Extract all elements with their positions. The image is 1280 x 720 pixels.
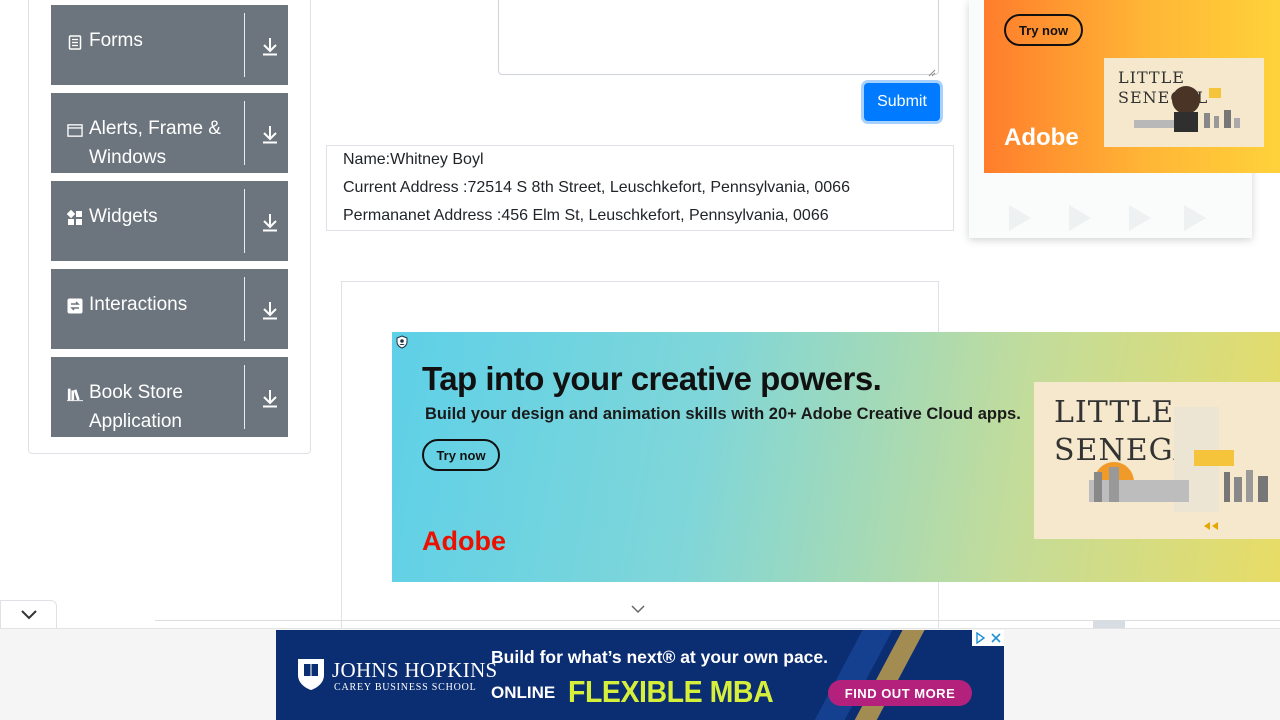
resize-grip-icon[interactable] <box>928 64 936 77</box>
sidebar-group-label: Forms <box>89 30 143 51</box>
school-name: JOHNS HOPKINS <box>332 658 498 682</box>
sidebar-group-label: Alerts, Frame & Windows <box>89 118 221 168</box>
ad-program-name: FLEXIBLE MBA <box>568 674 774 709</box>
right-adobe-ad[interactable]: Try now Adobe LITTLE SENEGAL <box>984 0 1280 173</box>
divider <box>244 13 245 77</box>
ad-headline: Tap into your creative powers. <box>422 360 882 397</box>
output-name: Name:Whitney Boyl <box>343 151 484 168</box>
ad-online-label: ONLINE <box>491 683 556 702</box>
right-ad-try-now-button[interactable]: Try now <box>1004 14 1083 46</box>
ad-controls <box>972 630 1004 646</box>
crest-logo-icon <box>296 657 326 691</box>
download-icon[interactable] <box>259 123 281 145</box>
sidebar-group-label: Book Store Application <box>89 382 183 432</box>
find-out-more-button[interactable]: FIND OUT MORE <box>828 680 972 706</box>
sidebar-group-widgets[interactable]: Widgets <box>51 181 288 261</box>
collapse-ad-toggle[interactable] <box>0 600 57 628</box>
school-subtitle: CAREY BUSINESS SCHOOL <box>334 682 477 693</box>
form-icon <box>67 34 83 50</box>
sidebar-group-forms[interactable]: Forms <box>51 5 288 85</box>
sidebar: Forms Alerts, Frame & Windows Widgets In… <box>28 0 311 454</box>
divider <box>244 277 245 341</box>
johns-hopkins-banner-ad[interactable]: JOHNS HOPKINS CAREY BUSINESS SCHOOL Buil… <box>276 630 1004 720</box>
sidebar-group-bookstore[interactable]: Book Store Application <box>51 357 288 437</box>
submit-button[interactable]: Submit <box>864 83 940 121</box>
download-icon[interactable] <box>259 299 281 321</box>
permanent-address-textarea[interactable] <box>498 0 939 77</box>
close-icon[interactable] <box>988 630 1004 646</box>
creative-cloud-ad[interactable]: Tap into your creative powers. Build you… <box>392 332 1280 582</box>
ad-try-now-button[interactable]: Try now <box>422 439 500 471</box>
chevron-down-icon <box>630 602 646 614</box>
right-ad-poster-image: LITTLE SENEGAL <box>1104 58 1264 147</box>
interactions-icon <box>67 298 83 314</box>
download-icon[interactable] <box>259 387 281 409</box>
right-ad-brand: Adobe <box>1004 124 1079 151</box>
download-icon[interactable] <box>259 211 281 233</box>
sidebar-group-label: Widgets <box>89 206 158 227</box>
window-icon <box>67 122 83 138</box>
output-current-address: Current Address :72514 S 8th Street, Leu… <box>343 179 850 196</box>
ad-subline: Build your design and animation skills w… <box>425 405 1021 423</box>
ad-poster-image: LITTLE SENEGAL <box>1034 382 1280 539</box>
divider <box>244 189 245 253</box>
page: Forms Alerts, Frame & Windows Widgets In… <box>0 0 1280 720</box>
sidebar-group-label: Interactions <box>89 294 188 315</box>
widgets-icon <box>67 210 83 226</box>
sidebar-group-alerts[interactable]: Alerts, Frame & Windows <box>51 93 288 173</box>
ad-tagline: Build for what’s next® at your own pace. <box>491 647 829 667</box>
divider <box>244 365 245 429</box>
sidebar-group-interactions[interactable]: Interactions <box>51 269 288 349</box>
divider <box>244 101 245 165</box>
ad-brand: Adobe <box>422 526 506 556</box>
output-permanent-address: Permananet Address :456 Elm St, Leuschke… <box>343 207 829 224</box>
download-icon[interactable] <box>259 35 281 57</box>
output-panel: Name:Whitney Boyl Current Address :72514… <box>326 145 954 231</box>
books-icon <box>67 386 83 402</box>
adchoices-icon[interactable] <box>972 630 988 646</box>
adchoices-icon[interactable] <box>395 335 409 349</box>
